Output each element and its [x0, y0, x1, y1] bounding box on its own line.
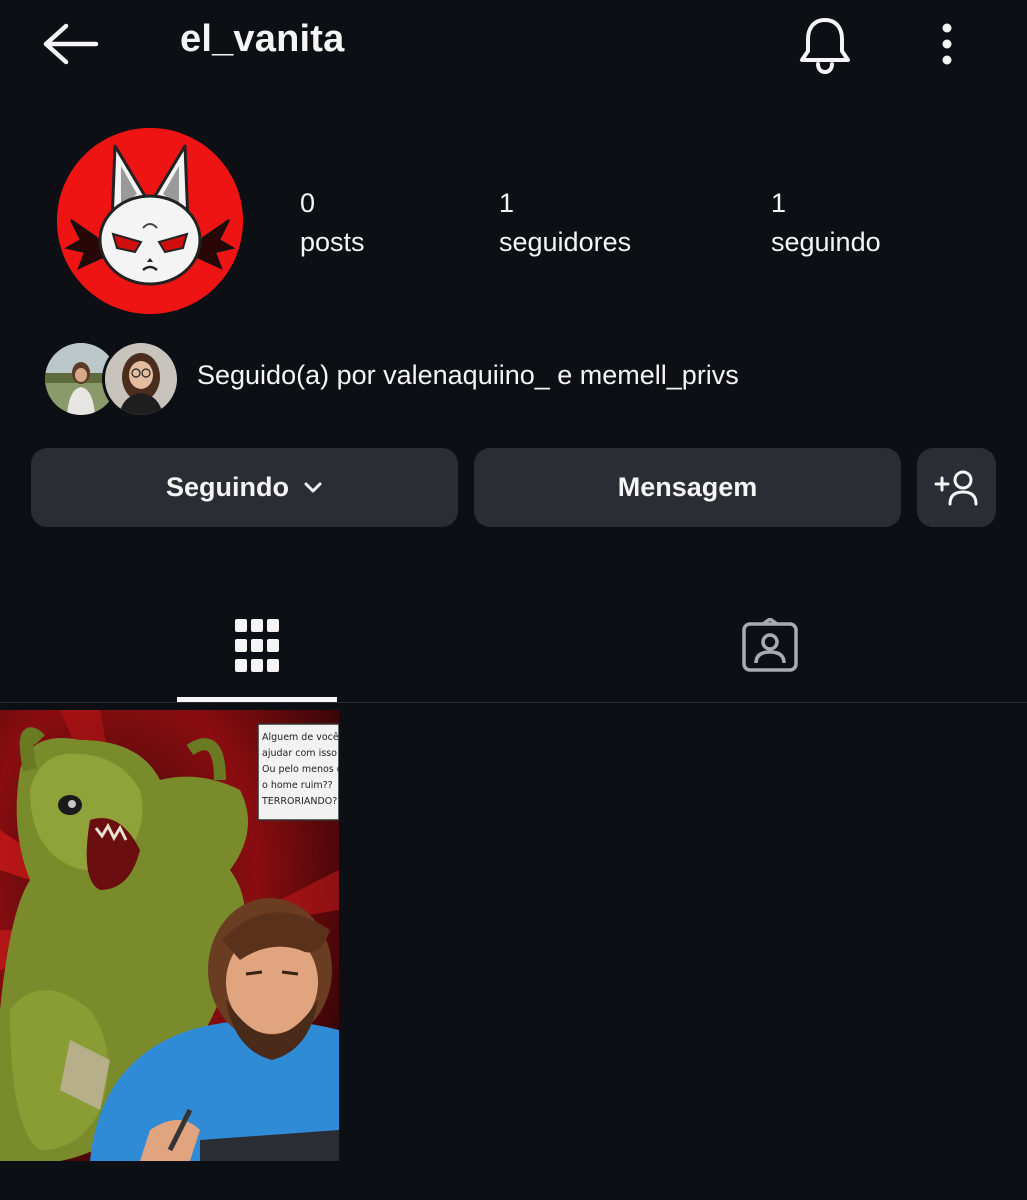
tagged-person-icon — [742, 618, 798, 672]
mutual-avatar-2 — [102, 340, 180, 418]
tab-divider — [0, 702, 1027, 703]
post-thumbnail[interactable]: Alguem de vocês pode ajudar com isso aqu… — [0, 710, 339, 1161]
following-label: seguindo — [771, 227, 881, 257]
following-button[interactable]: Seguindo — [31, 448, 458, 527]
posts-count-stat: 0 posts — [300, 184, 365, 262]
grid-icon — [235, 619, 279, 672]
speech-line-1: Alguem de vocês pode — [262, 732, 339, 743]
add-user-button[interactable] — [917, 448, 996, 527]
speech-line-3: Ou pelo menos distrair — [262, 764, 339, 775]
followers-count: 1 — [499, 188, 515, 218]
profile-avatar[interactable] — [57, 128, 243, 314]
tab-tagged[interactable] — [690, 590, 850, 702]
speech-line-2: ajudar com isso aqui?? — [262, 748, 339, 759]
profile-username: el_vanita — [180, 18, 345, 60]
following-count: 1 — [771, 188, 787, 218]
followed-by-text[interactable]: Seguido(a) por valenaquiino_ e memell_pr… — [197, 360, 739, 391]
posts-label: posts — [300, 227, 365, 257]
notifications-button[interactable] — [790, 10, 860, 80]
bell-icon — [800, 18, 850, 74]
following-count-stat[interactable]: 1 seguindo — [771, 184, 881, 262]
speech-line-4: o home ruim?? — [262, 780, 333, 791]
back-button[interactable] — [30, 14, 110, 74]
speech-line-5: TERRORIANDO???? — [261, 796, 339, 807]
arrow-left-icon — [43, 23, 99, 65]
followers-count-stat[interactable]: 1 seguidores — [499, 184, 631, 262]
mutual-followers-avatars[interactable] — [42, 340, 180, 418]
post-image: Alguem de vocês pode ajudar com isso aqu… — [0, 710, 339, 1161]
add-person-icon — [934, 470, 977, 505]
following-button-label: Seguindo — [166, 472, 289, 502]
more-vertical-icon — [942, 23, 952, 65]
posts-count: 0 — [300, 188, 316, 218]
tab-posts-grid[interactable] — [177, 590, 337, 702]
message-button[interactable]: Mensagem — [474, 448, 901, 527]
more-options-button[interactable] — [920, 14, 974, 74]
chevron-down-icon — [303, 481, 323, 495]
cat-demon-avatar — [57, 128, 243, 314]
followers-label: seguidores — [499, 227, 632, 257]
message-button-label: Mensagem — [617, 472, 758, 502]
